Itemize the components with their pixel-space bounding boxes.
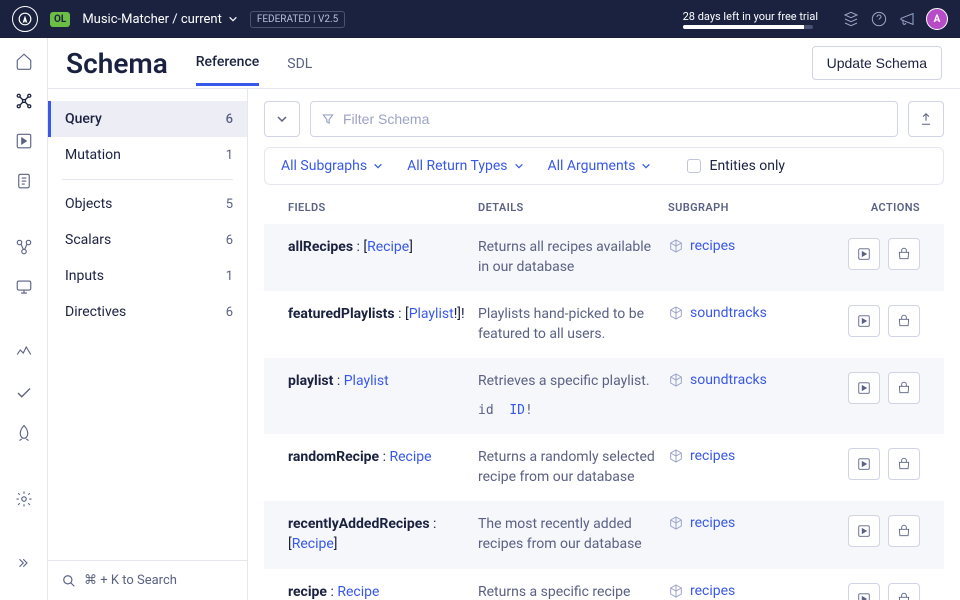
filter-icon	[321, 112, 335, 126]
trial-progress-bar	[683, 25, 813, 29]
type-item-directives[interactable]: Directives6	[48, 294, 247, 330]
field-name[interactable]: allRecipes : [Recipe]	[288, 238, 478, 258]
run-in-explorer-button[interactable]	[848, 583, 880, 600]
facet-bar: All Subgraphs All Return Types All Argum…	[264, 147, 944, 185]
field-description: The most recently added recipes from our…	[478, 515, 668, 554]
field-name[interactable]: featuredPlaylists : [Playlist!]!	[288, 305, 478, 325]
subgraph-link[interactable]: recipes	[668, 238, 848, 254]
checkbox-icon	[687, 159, 701, 173]
field-name[interactable]: playlist : Playlist	[288, 372, 478, 392]
federation-badge: FEDERATED | V2.5	[250, 11, 345, 28]
graph-icon[interactable]	[842, 10, 860, 28]
subgraph-link[interactable]: soundtracks	[668, 305, 848, 321]
search-icon	[62, 574, 76, 588]
launches-icon[interactable]	[13, 422, 35, 444]
subgraph-link[interactable]: recipes	[668, 583, 848, 599]
facet-subgraphs[interactable]: All Subgraphs	[281, 158, 383, 174]
filter-input-wrap[interactable]	[310, 101, 898, 137]
field-description: Retrieves a specific playlist.id ID!	[478, 372, 668, 420]
apollo-logo[interactable]	[12, 6, 38, 32]
changelog-icon[interactable]	[13, 170, 35, 192]
field-row: randomRecipe : Recipe Returns a randomly…	[264, 434, 944, 501]
settings-icon[interactable]	[13, 488, 35, 510]
org-badge[interactable]: OL	[50, 12, 70, 27]
field-description: Playlists hand-picked to be featured to …	[478, 305, 668, 344]
run-in-explorer-button[interactable]	[848, 305, 880, 337]
clients-icon[interactable]	[13, 276, 35, 298]
entities-only-toggle[interactable]: Entities only	[687, 158, 785, 174]
graph-selector[interactable]: Music-Matcher / current	[82, 12, 238, 27]
schema-icon[interactable]	[13, 90, 35, 112]
collapse-all-button[interactable]	[264, 101, 300, 137]
run-in-explorer-button[interactable]	[848, 372, 880, 404]
announce-icon[interactable]	[898, 10, 916, 28]
table-header: FIELDS DETAILS SUBGRAPH ACTIONS	[264, 191, 944, 224]
subgraphs-icon[interactable]	[13, 236, 35, 258]
collapse-icon[interactable]	[13, 552, 35, 574]
nav-rail	[0, 38, 48, 600]
run-in-explorer-button[interactable]	[848, 515, 880, 547]
checks-icon[interactable]	[13, 382, 35, 404]
export-button[interactable]	[908, 101, 944, 137]
trial-status[interactable]: 28 days left in your free trial	[683, 10, 818, 29]
type-item-inputs[interactable]: Inputs1	[48, 258, 247, 294]
field-description: Returns a specific recipe based on its I…	[478, 583, 668, 600]
open-in-sandbox-button[interactable]	[888, 515, 920, 547]
tab-sdl[interactable]: SDL	[287, 42, 312, 85]
insights-icon[interactable]	[13, 342, 35, 364]
field-row: recipe : Recipe Returns a specific recip…	[264, 569, 944, 600]
page-header: Schema Reference SDL Update Schema	[48, 38, 960, 89]
explorer-icon[interactable]	[13, 130, 35, 152]
tab-reference[interactable]: Reference	[196, 40, 260, 86]
type-item-mutation[interactable]: Mutation1	[48, 137, 247, 173]
topbar: OL Music-Matcher / current FEDERATED | V…	[0, 0, 960, 38]
facet-return-types[interactable]: All Return Types	[407, 158, 523, 174]
field-row: recentlyAddedRecipes : [Recipe] The most…	[264, 501, 944, 568]
field-name[interactable]: randomRecipe : Recipe	[288, 448, 478, 468]
open-in-sandbox-button[interactable]	[888, 238, 920, 270]
type-item-query[interactable]: Query6	[48, 101, 247, 137]
open-in-sandbox-button[interactable]	[888, 305, 920, 337]
field-description: Returns a randomly selected recipe from …	[478, 448, 668, 487]
run-in-explorer-button[interactable]	[848, 448, 880, 480]
type-sidebar: Query6Mutation1 Objects5Scalars6Inputs1D…	[48, 89, 248, 600]
page-title: Schema	[66, 47, 168, 80]
field-name[interactable]: recipe : Recipe	[288, 583, 478, 600]
update-schema-button[interactable]: Update Schema	[812, 46, 942, 80]
filter-schema-input[interactable]	[343, 102, 887, 136]
field-row: featuredPlaylists : [Playlist!]! Playlis…	[264, 291, 944, 358]
run-in-explorer-button[interactable]	[848, 238, 880, 270]
open-in-sandbox-button[interactable]	[888, 583, 920, 600]
type-item-scalars[interactable]: Scalars6	[48, 222, 247, 258]
trial-text: 28 days left in your free trial	[683, 10, 818, 23]
field-description: Returns all recipes available in our dat…	[478, 238, 668, 277]
home-icon[interactable]	[13, 50, 35, 72]
field-row: allRecipes : [Recipe] Returns all recipe…	[264, 224, 944, 291]
field-name[interactable]: recentlyAddedRecipes : [Recipe]	[288, 515, 478, 554]
avatar[interactable]: A	[926, 8, 948, 30]
help-icon[interactable]	[870, 10, 888, 28]
subgraph-link[interactable]: recipes	[668, 448, 848, 464]
chevron-down-icon	[228, 14, 238, 24]
open-in-sandbox-button[interactable]	[888, 372, 920, 404]
graph-path-label: Music-Matcher / current	[82, 12, 222, 27]
subgraph-link[interactable]: recipes	[668, 515, 848, 531]
facet-arguments[interactable]: All Arguments	[548, 158, 652, 174]
type-item-objects[interactable]: Objects5	[48, 186, 247, 222]
field-row: playlist : Playlist Retrieves a specific…	[264, 358, 944, 434]
search-hint[interactable]: ⌘ + K to Search	[48, 560, 247, 600]
open-in-sandbox-button[interactable]	[888, 448, 920, 480]
subgraph-link[interactable]: soundtracks	[668, 372, 848, 388]
